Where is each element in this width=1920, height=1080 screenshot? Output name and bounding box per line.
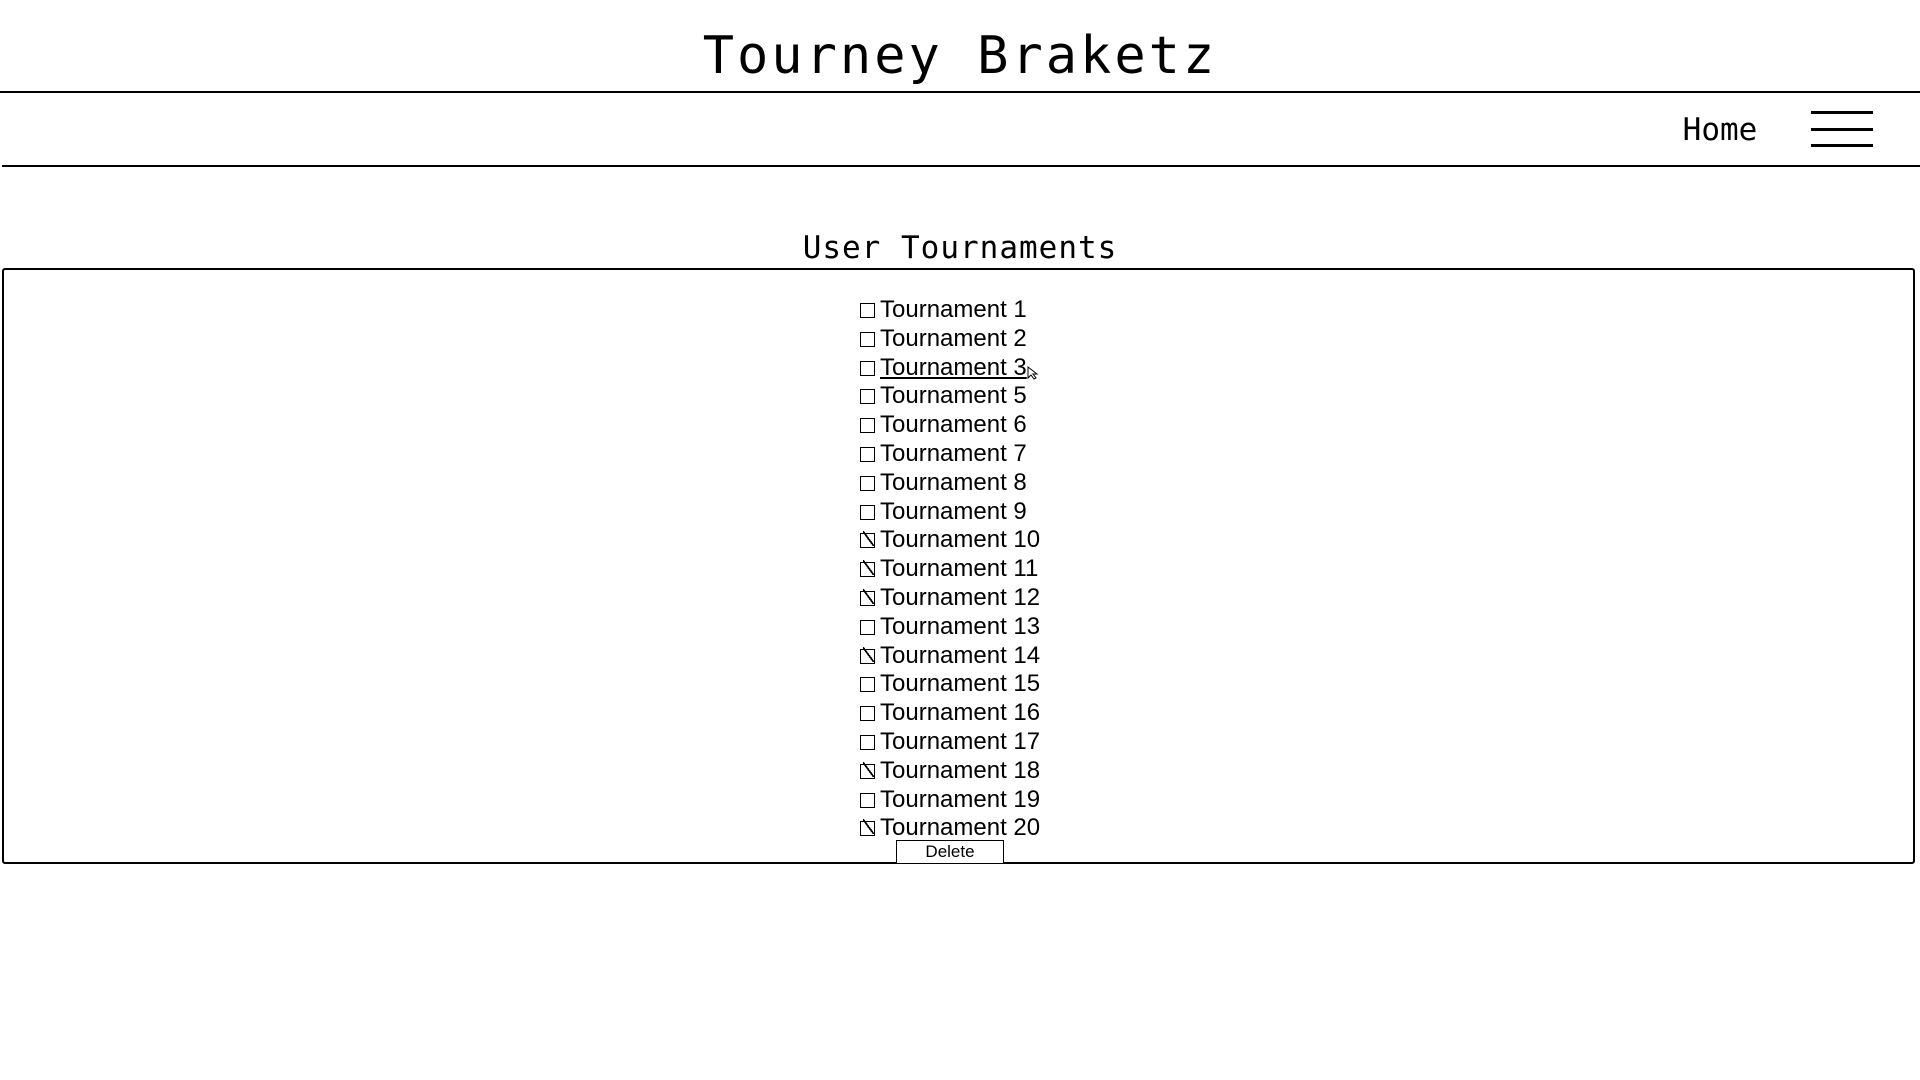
checkbox-unchecked[interactable] — [860, 360, 875, 376]
tournament-item: Tournament 6 — [860, 411, 1040, 440]
checkbox-unchecked[interactable] — [860, 619, 875, 635]
tournament-link[interactable]: Tournament 1 — [880, 296, 1027, 323]
checkbox-unchecked[interactable] — [860, 446, 875, 462]
tournament-item: Tournament 12 — [860, 584, 1040, 613]
checkbox-unchecked[interactable] — [860, 706, 875, 722]
checkbox-checked[interactable] — [860, 590, 875, 606]
checkbox-unchecked[interactable] — [860, 418, 875, 434]
tournament-item: Tournament 10 — [860, 526, 1040, 555]
tournament-link[interactable]: Tournament 10 — [880, 526, 1040, 553]
checkbox-unchecked[interactable] — [860, 303, 875, 318]
tournament-item: Tournament 1 — [860, 296, 1040, 325]
nav-divider — [2, 165, 1920, 167]
tournament-link[interactable]: Tournament 18 — [880, 757, 1040, 784]
checkbox-checked[interactable] — [860, 533, 875, 549]
checkbox-unchecked[interactable] — [860, 677, 875, 693]
tournament-item: Tournament 20 — [860, 814, 1040, 843]
tournament-item: Tournament 7 — [860, 440, 1040, 469]
tournament-link[interactable]: Tournament 2 — [880, 325, 1027, 352]
tournaments-panel: Tournament 1 Tournament 2 Tournament 3 Tour… — [2, 268, 1915, 864]
tournament-link[interactable]: Tournament 9 — [880, 498, 1027, 525]
tournament-item: Tournament 5 — [860, 382, 1040, 411]
tournament-link[interactable]: Tournament 20 — [880, 814, 1040, 841]
tournament-item: Tournament 14 — [860, 642, 1040, 671]
tournament-link[interactable]: Tournament 12 — [880, 584, 1040, 611]
checkbox-checked[interactable] — [860, 821, 875, 837]
tournament-item: Tournament 19 — [860, 786, 1040, 815]
tournament-link[interactable]: Tournament 11 — [880, 555, 1038, 582]
tournament-item: Tournament 15 — [860, 670, 1040, 699]
tournament-link[interactable]: Tournament 13 — [880, 613, 1040, 640]
tournament-item: Tournament 17 — [860, 728, 1040, 757]
section-title: User Tournaments — [802, 230, 1118, 266]
tournament-link[interactable]: Tournament 7 — [880, 440, 1027, 467]
tournament-item: Tournament 3 — [860, 354, 1040, 383]
tournament-item: Tournament 11 — [860, 555, 1040, 584]
tournament-item: Tournament 16 — [860, 699, 1040, 728]
tournament-link[interactable]: Tournament 14 — [880, 642, 1040, 669]
checkbox-unchecked[interactable] — [860, 389, 875, 405]
site-title: Tourney Braketz — [702, 26, 1218, 86]
tournament-link[interactable]: Tournament 16 — [880, 699, 1040, 726]
tournament-item: Tournament 2 — [860, 325, 1040, 354]
checkbox-checked[interactable] — [860, 763, 875, 779]
tournament-link[interactable]: Tournament 8 — [880, 469, 1027, 496]
checkbox-checked[interactable] — [860, 562, 875, 578]
nav-home-link[interactable]: Home — [1680, 110, 1760, 150]
mouse-pointer-icon — [1027, 366, 1039, 380]
checkbox-unchecked[interactable] — [860, 504, 875, 520]
checkbox-unchecked[interactable] — [860, 792, 875, 808]
tournament-link[interactable]: Tournament 6 — [880, 411, 1027, 438]
tournament-link[interactable]: Tournament 5 — [880, 382, 1027, 409]
checkbox-unchecked[interactable] — [860, 475, 875, 491]
tournament-item: Tournament 8 — [860, 469, 1040, 498]
checkbox-checked[interactable] — [860, 648, 875, 664]
tournament-item: Tournament 18 — [860, 757, 1040, 786]
tournament-list: Tournament 1 Tournament 2 Tournament 3 Tour… — [860, 296, 1040, 843]
tournament-link[interactable]: Tournament 17 — [880, 728, 1040, 755]
tournament-item: Tournament 13 — [860, 613, 1040, 642]
checkbox-unchecked[interactable] — [860, 734, 875, 750]
tournament-link[interactable]: Tournament 3 — [880, 354, 1027, 381]
tournament-link[interactable]: Tournament 19 — [880, 786, 1040, 813]
header-divider — [0, 91, 1920, 93]
delete-button[interactable]: Delete — [896, 840, 1004, 864]
tournament-item: Tournament 9 — [860, 498, 1040, 527]
checkbox-unchecked[interactable] — [860, 331, 875, 347]
hamburger-menu-icon[interactable] — [1811, 110, 1873, 148]
tournament-link[interactable]: Tournament 15 — [880, 670, 1040, 697]
